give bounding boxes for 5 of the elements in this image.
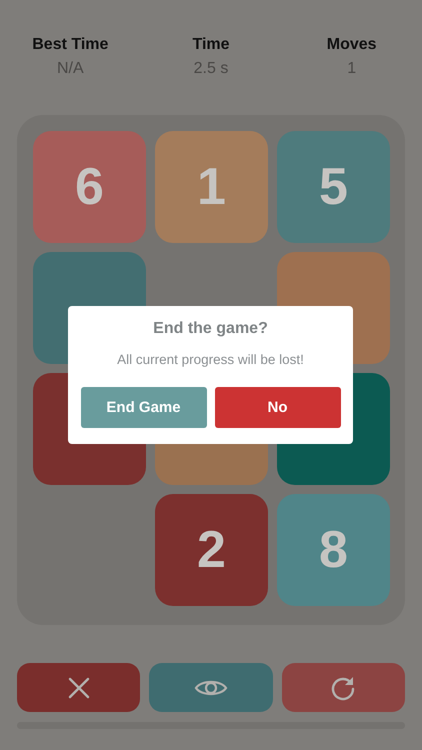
dialog-title: End the game? bbox=[153, 320, 268, 338]
stat-label: Moves bbox=[326, 36, 377, 54]
stat-label: Time bbox=[192, 36, 230, 54]
stat-label: Best Time bbox=[32, 36, 108, 54]
dialog-message: All current progress will be lost! bbox=[117, 352, 304, 367]
